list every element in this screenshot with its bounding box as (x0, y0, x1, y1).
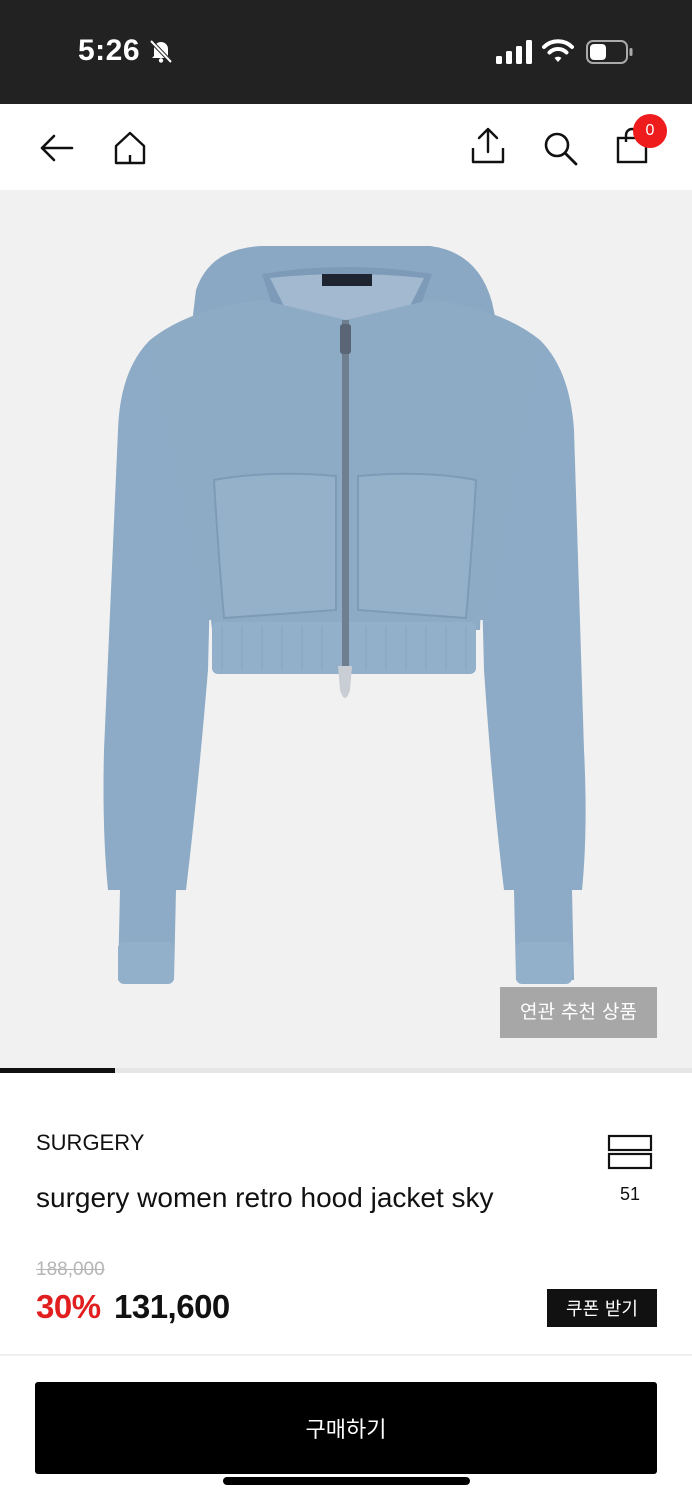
top-nav-bar (0, 104, 692, 190)
home-icon[interactable] (110, 128, 150, 168)
wifi-icon (542, 39, 574, 62)
home-indicator[interactable] (223, 1477, 470, 1485)
original-price: 188,000 (36, 1259, 105, 1280)
like-count: 51 (619, 1184, 641, 1204)
back-arrow-icon[interactable] (36, 128, 76, 168)
status-bar: 5:26 (0, 0, 692, 104)
related-products-button[interactable]: 연관 추천 상품 (500, 987, 657, 1038)
cart-count-badge: 0 (633, 114, 667, 148)
image-pagination-fill (0, 1068, 115, 1073)
buy-button[interactable]: 구매하기 (35, 1382, 657, 1474)
divider (0, 1354, 692, 1356)
product-title: surgery women retro hood jacket sky (36, 1182, 494, 1213)
product-image[interactable] (0, 190, 692, 1068)
image-pagination-bar (0, 1068, 692, 1073)
status-time: 5:26 (78, 34, 141, 67)
hoodie-illustration (103, 246, 586, 984)
get-coupon-button[interactable]: 쿠폰 받기 (547, 1289, 657, 1327)
sale-price: 131,600 (114, 1288, 230, 1325)
bell-off-icon (149, 39, 173, 64)
share-icon[interactable] (468, 126, 508, 166)
signal-icon (496, 40, 532, 64)
discount-rate: 30% (36, 1288, 101, 1325)
layout-toggle-icon[interactable] (600, 1132, 660, 1192)
battery-icon (586, 40, 633, 64)
brand-name[interactable]: SURGERY (36, 1130, 144, 1156)
search-icon[interactable] (540, 128, 580, 168)
